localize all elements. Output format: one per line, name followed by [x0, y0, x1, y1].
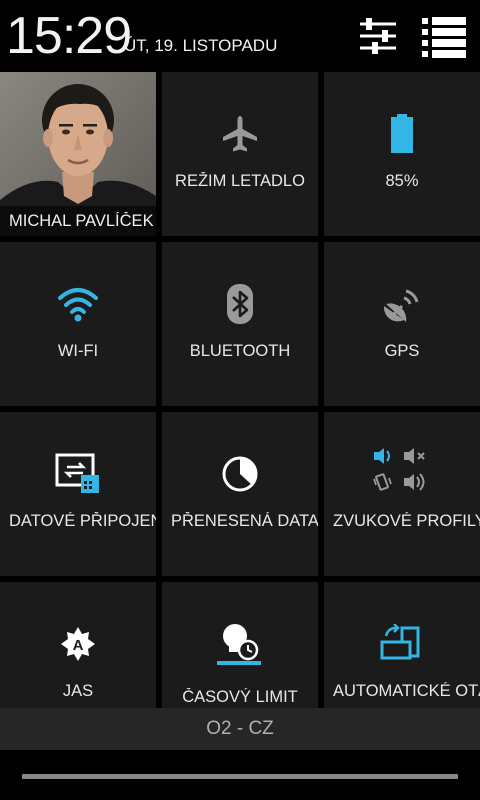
battery-tile[interactable]: 85% — [324, 72, 480, 236]
quick-settings-screen: 15:29 ÚT, 19. LISTOPADU MICHAL PAVLÍČEK … — [0, 0, 480, 800]
user-name-bar: MICHAL PAVLÍČEK — [0, 206, 156, 236]
carrier-label: O2 - CZ — [206, 718, 274, 739]
data-connection-icon — [55, 453, 99, 493]
screen-timeout-label: ČASOVÝ LIMIT — [182, 688, 298, 706]
user-profile-tile[interactable]: MICHAL PAVLÍČEK — [0, 72, 156, 236]
date: ÚT, 19. LISTOPADU — [124, 36, 278, 55]
data-usage-icon — [222, 456, 258, 492]
brightness-icon: A — [61, 627, 95, 661]
sound-profile-tile[interactable]: ZVUKOVÉ PROFILY — [324, 412, 480, 576]
user-name: MICHAL PAVLÍČEK — [9, 212, 154, 230]
auto-rotate-label: AUTOMATICKÉ OTÁČENÍ — [333, 682, 480, 700]
notifications-list-button[interactable] — [418, 14, 466, 58]
bluetooth-tile[interactable]: BLUETOOTH — [162, 242, 318, 406]
gps-icon — [383, 289, 419, 322]
airplane-mode-tile[interactable]: REŽIM LETADLO — [162, 72, 318, 236]
data-connection-tile[interactable]: DATOVÉ PŘIPOJENÍ — [0, 412, 156, 576]
quick-settings-grid: MICHAL PAVLÍČEK REŽIM LETADLO 85% WI-FI … — [0, 72, 480, 708]
wifi-icon — [58, 288, 98, 322]
wifi-tile[interactable]: WI-FI — [0, 242, 156, 406]
brightness-label: JAS — [62, 682, 94, 700]
brightness-tile[interactable]: A JAS — [0, 582, 156, 708]
gps-label: GPS — [384, 342, 420, 360]
data-connection-label: DATOVÉ PŘIPOJENÍ — [9, 512, 156, 530]
svg-text:A: A — [73, 637, 84, 654]
quick-settings-header: 15:29 ÚT, 19. LISTOPADU — [0, 0, 480, 72]
data-usage-tile[interactable]: PŘENESENÁ DATA — [162, 412, 318, 576]
settings-button[interactable] — [354, 14, 402, 58]
bluetooth-icon — [227, 284, 253, 324]
list-icon — [422, 17, 466, 58]
battery-label: 85% — [385, 172, 419, 190]
auto-rotate-icon — [380, 624, 420, 660]
gps-tile[interactable]: GPS — [324, 242, 480, 406]
airplane-icon — [223, 116, 257, 152]
clock: 15:29 — [6, 7, 132, 65]
screen-timeout-icon — [217, 624, 261, 665]
sound-profile-icon — [373, 448, 425, 491]
panel-bottom — [0, 750, 480, 800]
battery-icon — [391, 114, 413, 153]
data-usage-label: PŘENESENÁ DATA — [171, 512, 318, 530]
airplane-mode-label: REŽIM LETADLO — [175, 172, 305, 190]
drag-handle[interactable] — [22, 774, 458, 779]
auto-rotate-tile[interactable]: AUTOMATICKÉ OTÁČENÍ — [324, 582, 480, 708]
carrier-bar: O2 - CZ — [0, 708, 480, 750]
sliders-icon — [360, 18, 396, 54]
screen-timeout-tile[interactable]: ČASOVÝ LIMIT — [162, 582, 318, 708]
bluetooth-label: BLUETOOTH — [189, 342, 291, 360]
sound-profile-label: ZVUKOVÉ PROFILY — [333, 512, 480, 530]
wifi-label: WI-FI — [57, 342, 99, 360]
